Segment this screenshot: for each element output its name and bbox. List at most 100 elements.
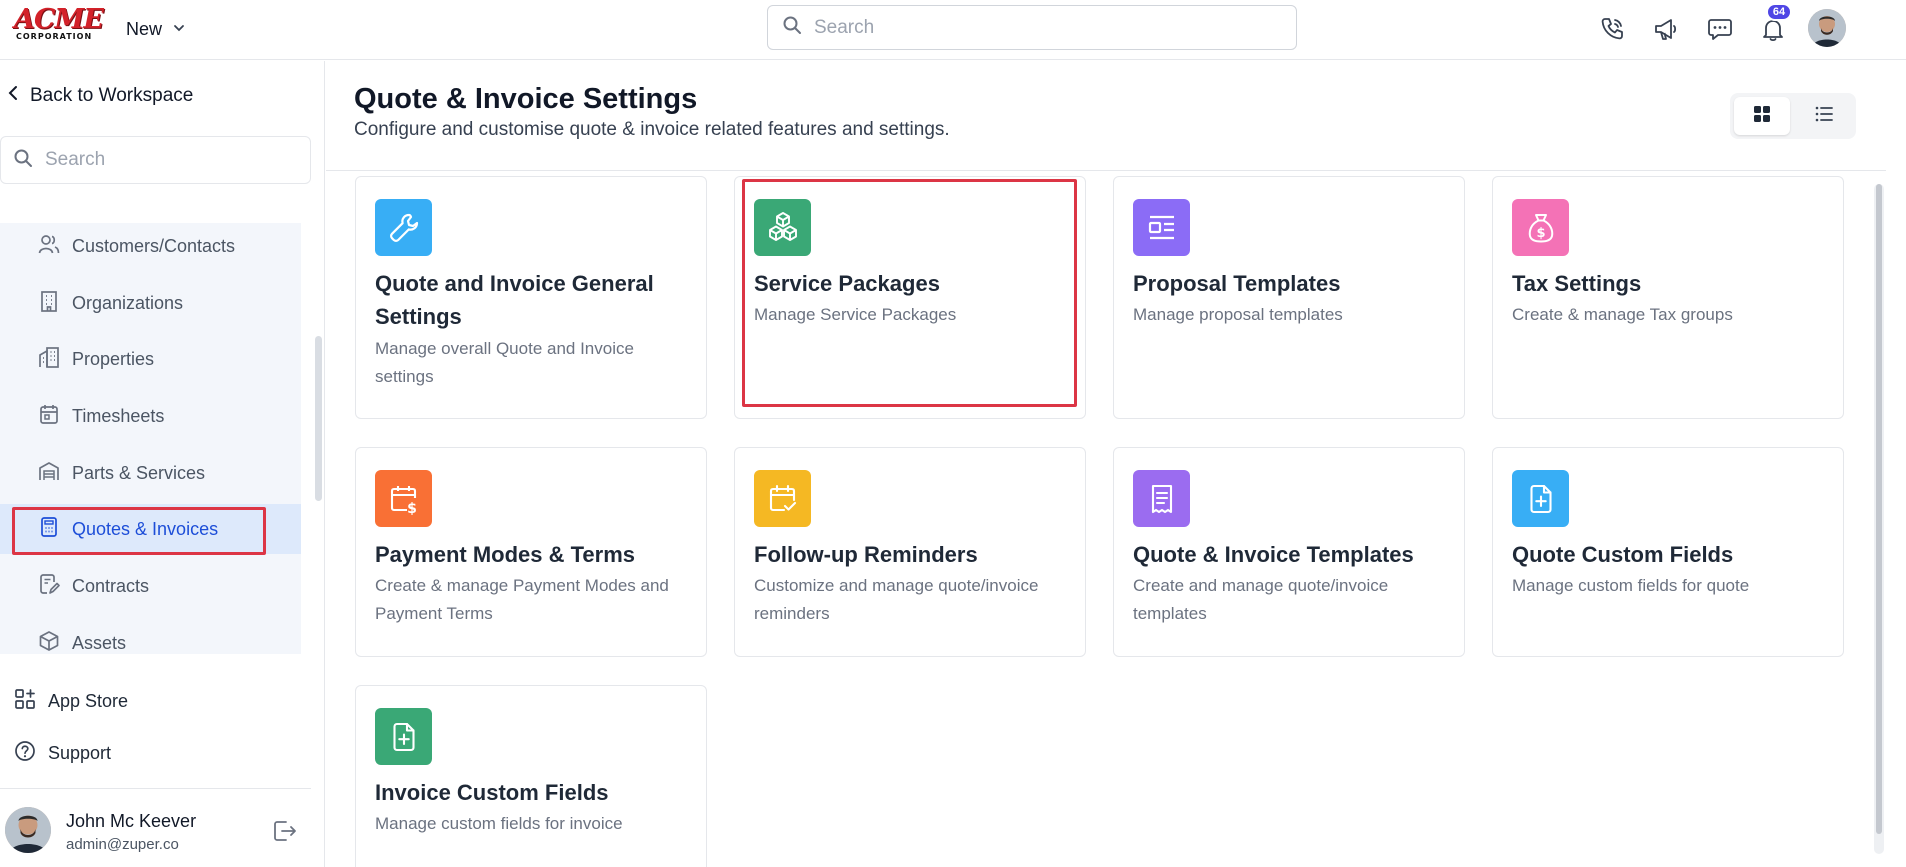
company-logo[interactable]: ACME CORPORATION <box>14 4 104 46</box>
cube-icon <box>38 630 60 655</box>
sidebar-item-timesheets[interactable]: Timesheets <box>0 391 301 441</box>
sidebar-item-label: Timesheets <box>72 405 165 426</box>
search-icon <box>782 15 802 40</box>
card-description: Manage proposal templates <box>1133 305 1343 324</box>
file-plus-icon <box>1512 470 1569 527</box>
sidebar-nav: Customers/Contacts Organizations Propert… <box>0 223 301 654</box>
user-avatar[interactable] <box>1808 9 1846 47</box>
grid-view-button[interactable] <box>1734 97 1790 135</box>
card-description: Create and manage quote/invoice template… <box>1133 576 1389 623</box>
page-title: Quote & Invoice Settings <box>354 83 698 115</box>
sidebar-item-label: Contracts <box>72 575 150 596</box>
sidebar-item-label: Customers/Contacts <box>72 235 236 256</box>
card-quote-invoice-templates[interactable]: Quote & Invoice Templates Create and man… <box>1113 447 1465 657</box>
search-icon <box>13 148 33 173</box>
users-icon <box>38 233 60 260</box>
sidebar-item-label: Organizations <box>72 292 184 313</box>
card-title: Invoice Custom Fields <box>375 780 609 805</box>
card-proposal-templates[interactable]: Proposal Templates Manage proposal templ… <box>1113 176 1465 419</box>
user-name: John Mc Keever <box>66 811 197 831</box>
sidebar-divider <box>0 788 311 789</box>
card-title: Payment Modes & Terms <box>375 542 636 567</box>
help-circle-icon <box>14 740 36 767</box>
chevron-left-icon <box>8 85 18 107</box>
list-view-button[interactable] <box>1796 97 1852 135</box>
card-invoice-custom-fields[interactable]: Invoice Custom Fields Manage custom fiel… <box>355 685 707 867</box>
sidebar-item-properties[interactable]: Properties <box>0 334 301 384</box>
back-label: Back to Workspace <box>30 85 194 106</box>
svg-text:$: $ <box>407 501 417 516</box>
card-payment-modes[interactable]: $ Payment Modes & Terms Create & manage … <box>355 447 707 657</box>
card-title: Quote and Invoice General Settings <box>375 271 654 329</box>
boxes-icon <box>754 199 811 256</box>
sidebar-item-parts-services[interactable]: Parts & Services <box>0 448 301 498</box>
card-tax-settings[interactable]: $ Tax Settings Create & manage Tax group… <box>1492 176 1844 419</box>
building-icon <box>38 290 60 317</box>
contract-icon <box>38 573 60 600</box>
app-store-icon <box>14 688 36 715</box>
list-icon <box>1814 104 1834 129</box>
money-bag-icon: $ <box>1512 199 1569 256</box>
sidebar-item-assets[interactable]: Assets <box>0 618 301 654</box>
user-email: admin@zuper.co <box>66 836 179 853</box>
card-quote-custom-fields[interactable]: Quote Custom Fields Manage custom fields… <box>1492 447 1844 657</box>
receipt-icon <box>1133 470 1190 527</box>
sidebar-item-label: Parts & Services <box>72 462 206 483</box>
sidebar-item-customers[interactable]: Customers/Contacts <box>0 223 301 271</box>
sidebar-item-label: Assets <box>72 632 127 653</box>
card-title: Quote & Invoice Templates <box>1133 542 1414 567</box>
sidebar-item-quotes-invoices[interactable]: Quotes & Invoices <box>0 504 301 554</box>
card-description: Manage custom fields for invoice <box>375 814 623 833</box>
sidebar-item-contracts[interactable]: Contracts <box>0 561 301 611</box>
chevron-down-icon <box>172 19 186 40</box>
warehouse-icon <box>38 460 60 487</box>
logo-subtext: CORPORATION <box>16 32 93 41</box>
sidebar-search-input[interactable] <box>45 149 285 171</box>
page-header: Quote & Invoice Settings Configure and c… <box>326 61 1886 171</box>
card-general-settings[interactable]: Quote and Invoice General Settings Manag… <box>355 176 707 419</box>
card-title: Quote Custom Fields <box>1512 542 1734 567</box>
logout-icon[interactable] <box>270 816 300 846</box>
svg-text:$: $ <box>1536 226 1545 241</box>
support-link[interactable]: Support <box>14 740 111 767</box>
grid-icon <box>1752 104 1772 129</box>
new-button-label: New <box>126 18 163 39</box>
phone-icon[interactable] <box>1595 12 1629 46</box>
properties-icon <box>38 346 60 373</box>
global-search[interactable] <box>767 5 1297 50</box>
logo-text: ACME <box>14 4 104 35</box>
chat-icon[interactable] <box>1703 12 1737 46</box>
card-title: Service Packages <box>754 271 940 296</box>
sidebar-item-label: Quotes & Invoices <box>72 518 219 539</box>
calendar-icon <box>38 403 60 430</box>
file-plus-icon <box>375 708 432 765</box>
card-title: Follow-up Reminders <box>754 542 978 567</box>
global-search-input[interactable] <box>814 16 1254 39</box>
back-to-workspace-link[interactable]: Back to Workspace <box>8 85 193 107</box>
new-button[interactable]: New <box>126 16 186 42</box>
profile-avatar[interactable] <box>5 807 51 853</box>
main-scrollbar[interactable] <box>1874 184 1884 854</box>
card-service-packages[interactable]: Service Packages Manage Service Packages <box>734 176 1086 419</box>
wrench-icon <box>375 199 432 256</box>
app-store-link[interactable]: App Store <box>14 688 128 715</box>
sidebar: Back to Workspace Customers/Contacts Org… <box>0 61 325 867</box>
megaphone-icon[interactable] <box>1649 12 1683 46</box>
notification-badge: 64 <box>1766 3 1792 21</box>
top-bar: ACME CORPORATION New 64 <box>0 0 1906 60</box>
card-title: Proposal Templates <box>1133 271 1341 296</box>
sidebar-item-organizations[interactable]: Organizations <box>0 278 301 328</box>
calculator-icon <box>38 516 60 543</box>
card-description: Manage Service Packages <box>754 305 957 324</box>
card-title: Tax Settings <box>1512 271 1642 296</box>
card-description: Create & manage Payment Modes and Paymen… <box>375 576 669 623</box>
sidebar-search[interactable] <box>0 136 311 184</box>
settings-grid: Quote and Invoice General Settings Manag… <box>326 172 1886 867</box>
page-subtitle: Configure and customise quote & invoice … <box>354 119 950 140</box>
layout-icon <box>1133 199 1190 256</box>
app-store-label: App Store <box>48 691 129 711</box>
sidebar-scrollbar[interactable] <box>315 336 322 501</box>
calendar-check-icon <box>754 470 811 527</box>
support-label: Support <box>48 743 112 763</box>
card-follow-up-reminders[interactable]: Follow-up Reminders Customize and manage… <box>734 447 1086 657</box>
